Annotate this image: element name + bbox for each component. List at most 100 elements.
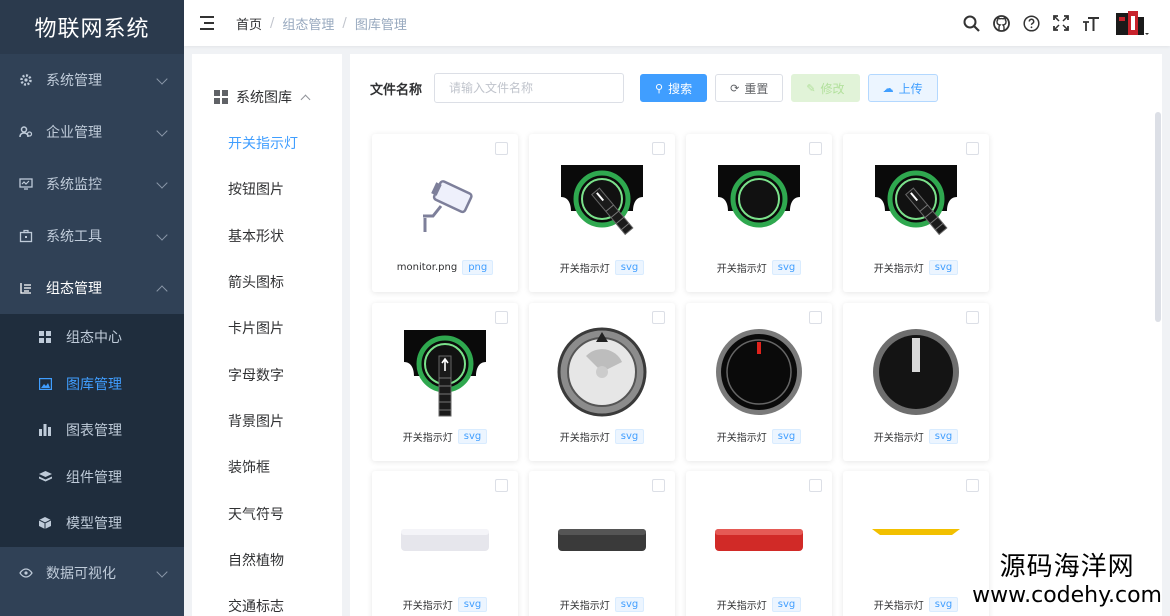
category-panel: 系统图库 开关指示灯 按钮图片 基本形状 箭头图标 卡片图片 字母数字 背景图片…: [192, 54, 342, 616]
sidebar-item-charts[interactable]: 图表管理: [0, 407, 184, 454]
card-thumbnail[interactable]: [843, 148, 989, 258]
menu-toggle-icon[interactable]: [200, 16, 216, 30]
category-item[interactable]: 背景图片: [192, 398, 342, 444]
card-type-tag: svg: [928, 429, 959, 444]
search-button-label: 搜索: [668, 81, 693, 96]
list-icon: [18, 280, 34, 296]
avatar[interactable]: [1114, 7, 1150, 39]
chevron-down-icon: [156, 229, 168, 241]
card-thumbnail[interactable]: [686, 317, 832, 427]
sidebar-item-models[interactable]: 模型管理: [0, 500, 184, 547]
card-caption: 开关指示灯 svg: [686, 597, 832, 612]
sidebar-item-config-center[interactable]: 组态中心: [0, 314, 184, 361]
reset-button[interactable]: ⟳ 重置: [715, 74, 784, 102]
sidebar-item-label: 数据可视化: [46, 565, 116, 582]
font-size-icon[interactable]: [1076, 15, 1106, 32]
sidebar-item-gallery[interactable]: 图库管理: [0, 361, 184, 408]
file-name-label: 文件名称: [370, 82, 423, 98]
card-thumbnail[interactable]: [372, 317, 518, 427]
breadcrumb: 首页 / 组态管理 / 图库管理: [236, 14, 407, 33]
upload-button[interactable]: ☁ 上传: [867, 74, 938, 102]
card-type-tag: svg: [771, 597, 802, 612]
image-card[interactable]: 开关指示灯 svg: [529, 134, 675, 292]
category-item[interactable]: 基本形状: [192, 213, 342, 259]
chevron-up-icon: [300, 94, 311, 104]
sidebar-item-visualization[interactable]: 数据可视化: [0, 547, 184, 599]
category-item[interactable]: 交通标志: [192, 583, 342, 616]
card-file-name: 开关指示灯: [716, 601, 767, 612]
sidebar-item-tools[interactable]: 系统工具: [0, 210, 184, 262]
toolbox-icon: [18, 228, 34, 244]
search-icon[interactable]: [956, 15, 986, 32]
card-thumbnail[interactable]: [686, 485, 832, 595]
watermark-title: 源码海洋网: [999, 552, 1135, 582]
chevron-down-icon: [156, 125, 168, 137]
chevron-up-icon: [156, 285, 168, 297]
category-item[interactable]: 自然植物: [192, 537, 342, 583]
card-thumbnail[interactable]: [843, 317, 989, 427]
sidebar-item-monitor[interactable]: 系统监控: [0, 158, 184, 210]
sidebar-item-system[interactable]: 系统管理: [0, 54, 184, 106]
breadcrumb-separator: /: [342, 15, 347, 31]
card-file-name: 开关指示灯: [402, 601, 453, 612]
sidebar-item-components[interactable]: 组件管理: [0, 454, 184, 501]
sidebar-item-enterprise[interactable]: 企业管理: [0, 106, 184, 158]
image-card[interactable]: monitor.png png: [372, 134, 518, 292]
card-type-tag: svg: [457, 597, 488, 612]
card-thumbnail[interactable]: [529, 148, 675, 258]
category-item[interactable]: 装饰框: [192, 444, 342, 490]
category-item[interactable]: 字母数字: [192, 351, 342, 397]
fullscreen-icon[interactable]: [1046, 15, 1076, 31]
upload-icon: ☁: [882, 81, 894, 95]
image-card[interactable]: 开关指示灯 svg: [686, 134, 832, 292]
card-caption: 开关指示灯 svg: [686, 260, 832, 275]
edit-button[interactable]: ✎ 修改: [791, 74, 860, 102]
component-icon: [38, 470, 52, 484]
config-submenu: 组态中心 图库管理 图表管理 组件管理 模型管理: [0, 314, 184, 547]
card-thumbnail[interactable]: [529, 317, 675, 427]
image-card[interactable]: 开关指示灯 svg: [529, 303, 675, 461]
category-group-header[interactable]: 系统图库: [192, 74, 342, 120]
app-title: 物联网系统: [0, 0, 184, 54]
image-card[interactable]: 开关指示灯 svg: [843, 134, 989, 292]
scrollbar[interactable]: [1155, 112, 1161, 322]
category-item[interactable]: 天气符号: [192, 490, 342, 536]
card-thumbnail[interactable]: [372, 148, 518, 258]
image-card[interactable]: 开关指示灯 svg: [686, 303, 832, 461]
card-thumbnail[interactable]: [686, 148, 832, 258]
image-card[interactable]: 开关指示灯 svg: [843, 471, 989, 616]
breadcrumb-home[interactable]: 首页: [236, 14, 262, 33]
card-thumbnail[interactable]: [529, 485, 675, 595]
category-item[interactable]: 箭头图标: [192, 259, 342, 305]
image-card[interactable]: 开关指示灯 svg: [843, 303, 989, 461]
sidebar-item-label: 组态管理: [46, 281, 102, 297]
search-button[interactable]: ⚲ 搜索: [640, 74, 708, 102]
category-item[interactable]: 按钮图片: [192, 166, 342, 212]
card-caption: 开关指示灯 svg: [843, 260, 989, 275]
breadcrumb-current: 图库管理: [354, 17, 407, 33]
card-file-name: 开关指示灯: [873, 601, 924, 612]
upload-button-label: 上传: [898, 81, 923, 96]
github-icon[interactable]: [986, 14, 1016, 32]
gallery-panel: 文件名称 ⚲ 搜索 ⟳ 重置 ✎ 修改 ☁ 上传 monitor.png png 开…: [350, 54, 1162, 616]
watermark-url: www.codehy.com: [972, 583, 1162, 608]
watermark: 源码海洋网 www.codehy.com: [972, 546, 1162, 608]
image-card[interactable]: 开关指示灯 svg: [372, 303, 518, 461]
card-thumbnail[interactable]: [372, 485, 518, 595]
image-card[interactable]: 开关指示灯 svg: [372, 471, 518, 616]
users-icon: [18, 124, 34, 140]
file-name-input[interactable]: [434, 73, 625, 103]
sidebar-item-label: 模型管理: [66, 516, 122, 533]
breadcrumb-config: 组态管理: [282, 17, 335, 33]
sidebar-item-label: 图表管理: [66, 423, 122, 440]
card-thumbnail[interactable]: [843, 485, 989, 595]
sidebar-item-label: 图库管理: [66, 376, 122, 393]
sidebar: 物联网系统 系统管理 企业管理 系统监控 系统工具 组态管理 组态中心 图库管理…: [0, 0, 184, 616]
image-card[interactable]: 开关指示灯 svg: [529, 471, 675, 616]
sidebar-item-config[interactable]: 组态管理: [0, 262, 184, 314]
category-item[interactable]: 卡片图片: [192, 305, 342, 351]
cube-icon: [38, 516, 52, 530]
category-item[interactable]: 开关指示灯: [192, 120, 342, 166]
image-card[interactable]: 开关指示灯 svg: [686, 471, 832, 616]
help-icon[interactable]: [1016, 14, 1046, 32]
